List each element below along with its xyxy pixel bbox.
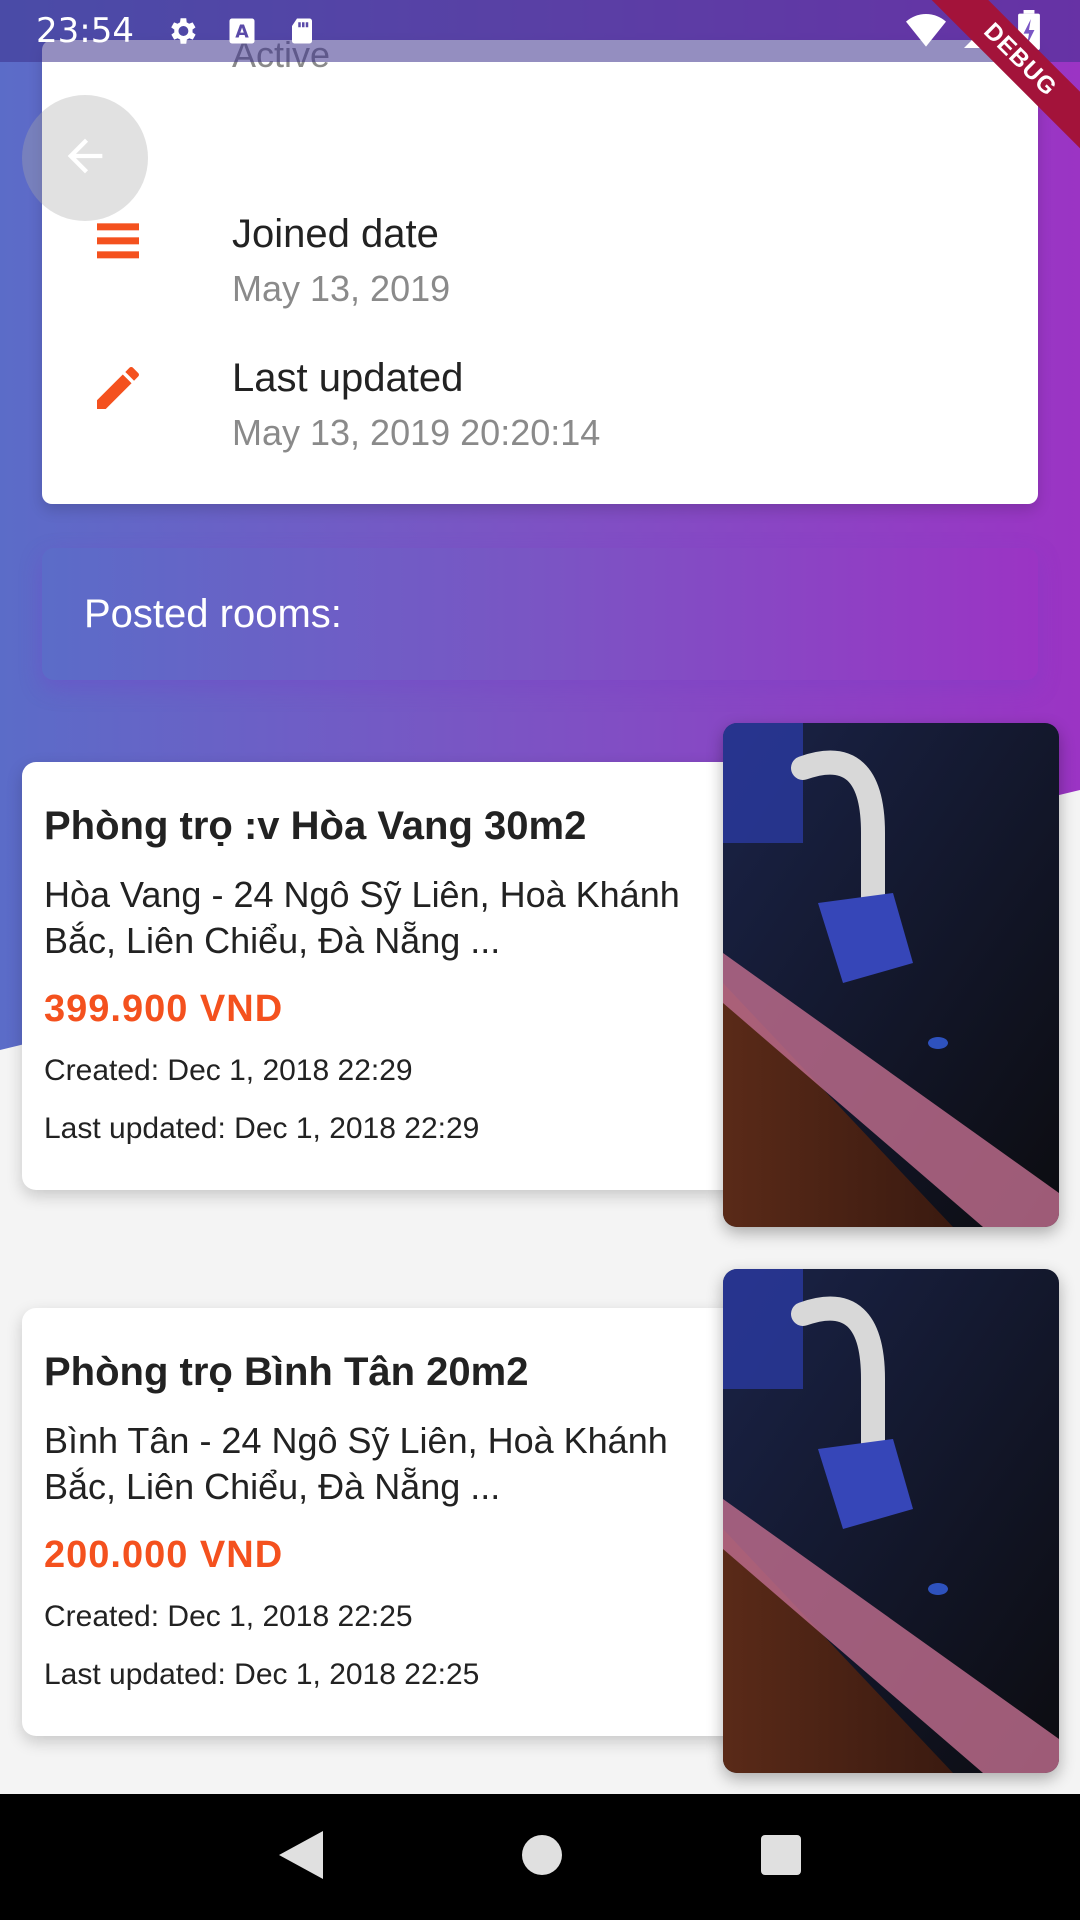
sd-card-icon bbox=[284, 13, 320, 49]
room-created: Created: Dec 1, 2018 22:29 bbox=[44, 1054, 413, 1087]
profile-info-card: Active Joined date May 13, 2019 Last upd… bbox=[42, 40, 1038, 504]
room-photo[interactable] bbox=[723, 723, 1059, 1227]
status-time: 23:54 bbox=[36, 11, 134, 51]
back-triangle-icon[interactable] bbox=[279, 1830, 324, 1884]
room-photo[interactable] bbox=[723, 1269, 1059, 1773]
back-button[interactable] bbox=[22, 95, 148, 221]
room-title: Phòng trọ Bình Tân 20m2 bbox=[44, 1350, 529, 1394]
system-nav-bar bbox=[0, 1794, 1080, 1920]
settings-icon bbox=[164, 13, 200, 49]
last-updated-label: Last updated bbox=[232, 356, 464, 400]
wifi-icon bbox=[906, 12, 946, 57]
posted-rooms-header: Posted rooms: bbox=[42, 548, 1038, 680]
room-last-updated: Last updated: Dec 1, 2018 22:25 bbox=[44, 1658, 480, 1691]
room-last-updated: Last updated: Dec 1, 2018 22:29 bbox=[44, 1112, 480, 1145]
calendar-icon bbox=[90, 214, 146, 270]
svg-text:A: A bbox=[235, 22, 249, 42]
room-address: Bình Tân - 24 Ngô Sỹ Liên, Hoà Khánh Bắc… bbox=[44, 1420, 668, 1507]
room-address: Hòa Vang - 24 Ngô Sỹ Liên, Hoà Khánh Bắc… bbox=[44, 874, 680, 961]
room-title: Phòng trọ :v Hòa Vang 30m2 bbox=[44, 804, 587, 848]
last-updated-value: May 13, 2019 20:20:14 bbox=[232, 412, 601, 453]
joined-date-value: May 13, 2019 bbox=[232, 268, 451, 309]
room-price: 200.000 VND bbox=[44, 1534, 284, 1576]
status-bar: 23:54 A bbox=[0, 0, 1080, 62]
pencil-icon bbox=[90, 360, 146, 416]
home-circle-icon[interactable] bbox=[521, 1834, 562, 1880]
joined-date-label: Joined date bbox=[232, 212, 439, 256]
room-price: 399.900 VND bbox=[44, 988, 284, 1030]
text-a-icon: A bbox=[224, 13, 260, 49]
room-created: Created: Dec 1, 2018 22:25 bbox=[44, 1600, 413, 1633]
posted-rooms-label: Posted rooms: bbox=[84, 591, 342, 636]
recents-square-icon[interactable] bbox=[760, 1834, 801, 1880]
arrow-back-icon bbox=[59, 130, 111, 187]
